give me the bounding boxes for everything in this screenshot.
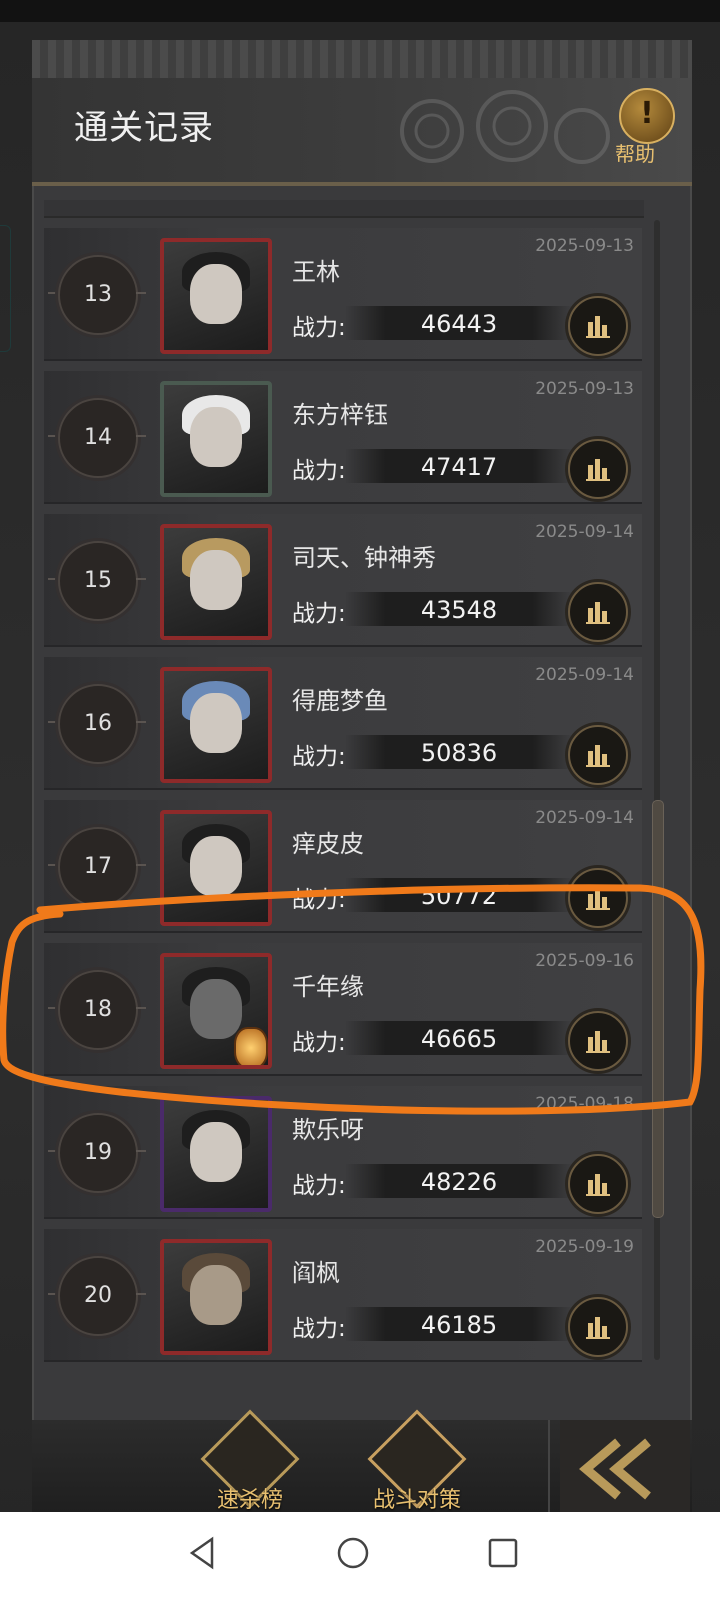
speed-rank-label: 速杀榜 [216, 1488, 283, 1513]
battle-strategy-label: 战斗对策 [372, 1488, 461, 1513]
back-button[interactable] [560, 1420, 690, 1516]
player-name: 阎枫 [292, 1259, 340, 1287]
power-value: 47417 [420, 453, 498, 481]
cloud-swirl-decoration [400, 90, 610, 164]
list-top-edge [44, 200, 644, 218]
toolbar-divider [548, 1420, 550, 1520]
rank-ornament [136, 721, 146, 723]
record-row[interactable]: 13 王林 2025-09-13 战力: 46443 [44, 228, 642, 361]
help-mark: ! [640, 96, 654, 131]
avatar-face [190, 550, 242, 610]
status-strip [0, 0, 720, 22]
record-date: 2025-09-14 [535, 665, 634, 685]
rank-ornament [136, 1150, 146, 1152]
power-label: 战力: [292, 1173, 346, 1199]
panel-ornament-border [32, 40, 692, 80]
power-label: 战力: [292, 601, 346, 627]
record-row[interactable]: 15 司天、钟神秀 2025-09-14 战力: 43548 [44, 514, 642, 647]
record-date: 2025-09-19 [535, 1237, 634, 1257]
player-name: 司天、钟神秀 [292, 544, 436, 572]
bar-chart-icon [586, 459, 610, 481]
rank-ornament [136, 1293, 146, 1295]
rank-badge: 15 [58, 541, 138, 621]
triangle-back-icon[interactable] [186, 1536, 220, 1570]
power-value: 43548 [420, 596, 498, 624]
power-value: 46443 [420, 310, 498, 338]
bar-chart-icon [586, 316, 610, 338]
exclamation-badge-icon: ! [619, 88, 675, 144]
rank-ornament [136, 578, 146, 580]
square-recents-icon[interactable] [486, 1536, 520, 1570]
power-label: 战力: [292, 744, 346, 770]
rank-ornament [136, 864, 146, 866]
rank-ornament [48, 1293, 58, 1295]
stats-button[interactable] [568, 582, 628, 642]
stats-button[interactable] [568, 725, 628, 785]
player-name: 得鹿梦鱼 [292, 687, 388, 715]
record-date: 2025-09-13 [535, 379, 634, 399]
player-name: 王林 [292, 258, 340, 286]
rank-ornament [136, 292, 146, 294]
power-value: 48226 [420, 1168, 498, 1196]
power-label: 战力: [292, 1316, 346, 1342]
rank-badge: 20 [58, 1256, 138, 1336]
circle-home-icon[interactable] [336, 1536, 370, 1570]
help-label: 帮助 [615, 142, 655, 166]
player-avatar[interactable] [160, 1239, 272, 1355]
record-row[interactable]: 20 阎枫 2025-09-19 战力: 46185 [44, 1229, 642, 1362]
records-list[interactable]: 13 王林 2025-09-13 战力: 46443 14 东方梓钰 2025-… [44, 200, 644, 1370]
rank-badge: 14 [58, 398, 138, 478]
record-row[interactable]: 16 得鹿梦鱼 2025-09-14 战力: 50836 [44, 657, 642, 790]
power-value: 50836 [420, 739, 498, 767]
rank-ornament [136, 435, 146, 437]
rank-ornament [48, 864, 58, 866]
battle-strategy-tab[interactable]: 战斗对策 [352, 1409, 482, 1516]
bar-chart-icon [586, 745, 610, 767]
record-date: 2025-09-13 [535, 236, 634, 256]
player-avatar[interactable] [160, 667, 272, 783]
player-avatar[interactable] [160, 381, 272, 497]
bar-chart-icon [586, 1317, 610, 1339]
avatar-face [190, 264, 242, 324]
side-pull-tab[interactable] [0, 225, 11, 352]
avatar-face [190, 1265, 242, 1325]
page-title: 通关记录 [74, 108, 214, 148]
player-avatar[interactable] [160, 524, 272, 640]
bar-chart-icon [586, 1174, 610, 1196]
record-row[interactable]: 14 东方梓钰 2025-09-13 战力: 47417 [44, 371, 642, 504]
double-chevron-left-icon [579, 1438, 651, 1500]
player-name: 东方梓钰 [292, 401, 388, 429]
stats-button[interactable] [568, 439, 628, 499]
highlight-annotation [0, 884, 705, 1115]
player-name: 痒皮皮 [292, 830, 364, 858]
help-button[interactable]: ! 帮助 [613, 88, 675, 168]
player-avatar[interactable] [160, 238, 272, 354]
bar-chart-icon [586, 602, 610, 624]
power-label: 战力: [292, 315, 346, 341]
rank-badge: 16 [58, 684, 138, 764]
rank-ornament [48, 435, 58, 437]
speed-rank-tab[interactable]: 速杀榜 [185, 1409, 315, 1516]
stats-button[interactable] [568, 296, 628, 356]
avatar-face [190, 407, 242, 467]
stats-button[interactable] [568, 1154, 628, 1214]
rank-ornament [48, 1150, 58, 1152]
avatar-face [190, 1122, 242, 1182]
rank-ornament [48, 292, 58, 294]
record-date: 2025-09-14 [535, 808, 634, 828]
rank-ornament [48, 721, 58, 723]
rank-badge: 13 [58, 255, 138, 335]
rank-ornament [48, 578, 58, 580]
system-nav-bar [0, 1512, 720, 1600]
crescent-icon [50, 104, 68, 140]
power-value: 46185 [420, 1311, 498, 1339]
stats-button[interactable] [568, 1297, 628, 1357]
avatar-face [190, 693, 242, 753]
power-label: 战力: [292, 458, 346, 484]
record-date: 2025-09-14 [535, 522, 634, 542]
